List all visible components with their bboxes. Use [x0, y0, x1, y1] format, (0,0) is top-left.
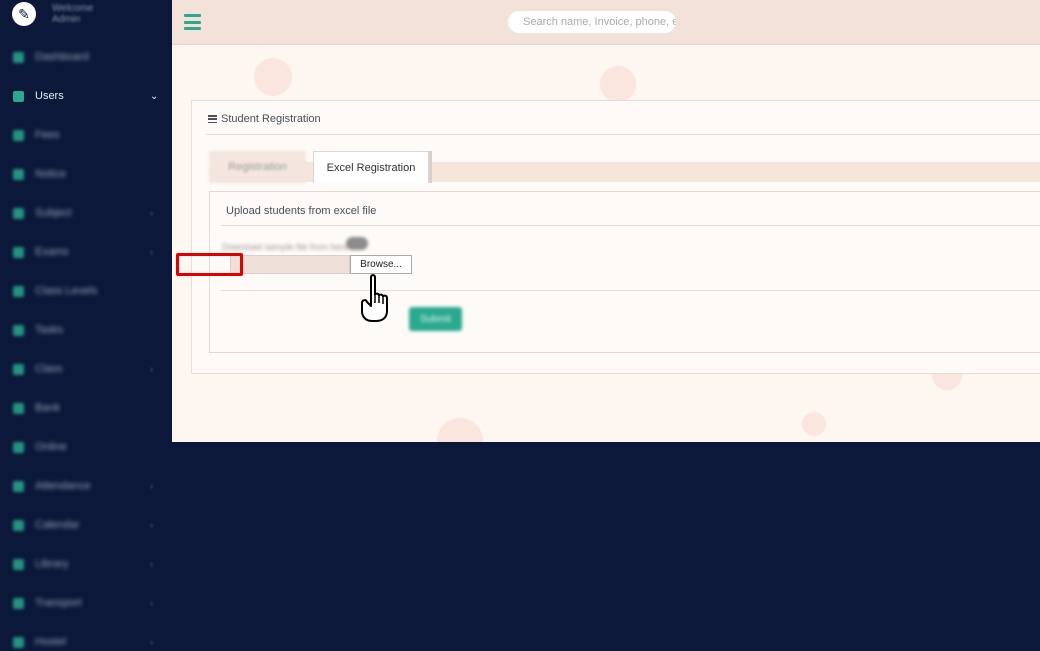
- menu-item-icon: [13, 402, 24, 414]
- pointing-hand-icon: [361, 274, 388, 322]
- menu-item-icon: [13, 363, 24, 375]
- menu-item-icon: [13, 246, 24, 258]
- upload-panel-title: Upload students from excel file: [226, 205, 377, 217]
- tab-excel-registration[interactable]: Excel Registration: [313, 151, 429, 183]
- sidebar-item-label: Tasks: [35, 324, 64, 336]
- sidebar-item-label: Dashboard: [35, 51, 89, 63]
- sidebar-item[interactable]: Library ›: [0, 553, 172, 575]
- background-decoration: [254, 58, 292, 96]
- users-icon: [13, 90, 24, 102]
- divider: [221, 225, 1040, 226]
- menu-item-icon: [13, 480, 24, 492]
- menu-item-icon: [13, 519, 24, 531]
- menu-item-icon: [13, 207, 24, 219]
- sidebar-item-label: Library: [35, 558, 69, 570]
- sidebar-item[interactable]: Fees: [0, 124, 172, 146]
- sidebar-item-label: Class Levels: [35, 285, 98, 297]
- sidebar-item-label: Calendar: [35, 519, 80, 531]
- top-bar: [172, 0, 1040, 45]
- browse-button[interactable]: Browse...: [350, 255, 412, 274]
- chevron-down-icon: ›: [150, 520, 153, 530]
- background-decoration: [437, 418, 483, 442]
- sidebar-item[interactable]: Class ›: [0, 358, 172, 380]
- chevron-down-icon: ›: [150, 364, 153, 374]
- menu-item-icon: [13, 558, 24, 570]
- sidebar-item-label: Notice: [35, 168, 67, 180]
- menu-toggle-icon[interactable]: [184, 14, 201, 30]
- chevron-down-icon: ›: [150, 247, 153, 257]
- sidebar-item-label: Online: [35, 441, 67, 453]
- sidebar-item-label: Exams: [35, 246, 69, 258]
- menu-item-icon: [13, 597, 24, 609]
- sidebar-item[interactable]: Notice: [0, 163, 172, 185]
- tab-registration[interactable]: Registration: [209, 151, 306, 183]
- chevron-down-icon: ›: [150, 598, 153, 608]
- divider: [206, 134, 1040, 135]
- sidebar-item[interactable]: Dashboard: [0, 46, 172, 68]
- chevron-down-icon: ›: [150, 559, 153, 569]
- menu-item-icon: [13, 441, 24, 453]
- sidebar-item[interactable]: Exams ›: [0, 241, 172, 263]
- sidebar-item-label: Class: [35, 363, 63, 375]
- sidebar-item[interactable]: Users ⌄: [0, 85, 172, 107]
- menu-item-icon: [13, 129, 24, 141]
- background-decoration: [600, 66, 636, 102]
- sidebar-item[interactable]: Tasks: [0, 319, 172, 341]
- card-header: Student Registration: [208, 113, 321, 125]
- menu-item-icon: [13, 285, 24, 297]
- sidebar-item[interactable]: Transport ›: [0, 592, 172, 614]
- chevron-down-icon: ›: [150, 208, 153, 218]
- cloud-download-icon[interactable]: [346, 237, 368, 250]
- chevron-down-icon: ⌄: [150, 90, 159, 102]
- card-title: Student Registration: [221, 113, 321, 125]
- sidebar-item-label: Users: [35, 90, 64, 102]
- chevron-down-icon: ›: [150, 481, 153, 491]
- brand-line2: Admin: [52, 14, 81, 25]
- list-icon: [208, 115, 217, 123]
- chevron-down-icon: ›: [150, 637, 153, 647]
- sidebar-item[interactable]: Online: [0, 436, 172, 458]
- menu-item-icon: [13, 636, 24, 648]
- divider: [221, 290, 1040, 291]
- file-name-field[interactable]: [230, 255, 350, 274]
- upload-panel: Upload students from excel file Download…: [209, 191, 1040, 353]
- main-area: Student Registration Registration Excel …: [172, 0, 1040, 442]
- sidebar-item[interactable]: Hostel ›: [0, 631, 172, 651]
- student-registration-card: Student Registration Registration Excel …: [191, 100, 1040, 374]
- school-logo: ✎: [12, 2, 36, 26]
- brand-line1: Welcome: [52, 3, 94, 14]
- search-input[interactable]: [508, 11, 676, 33]
- menu-item-icon: [13, 168, 24, 180]
- sidebar-item-label: Bank: [35, 402, 61, 414]
- background-decoration: [802, 412, 826, 436]
- sidebar-item-label: Subject: [35, 207, 72, 219]
- menu-item-icon: [13, 324, 24, 336]
- sidebar-item-label: Hostel: [35, 636, 67, 648]
- sidebar-item-label: Fees: [35, 129, 60, 141]
- sidebar-item[interactable]: Class Levels: [0, 280, 172, 302]
- sidebar-item-label: Attendance: [35, 480, 91, 492]
- brand-text: Welcome Admin: [52, 3, 94, 25]
- brand: ✎ Welcome Admin: [12, 2, 94, 26]
- submit-button[interactable]: Submit: [409, 307, 462, 331]
- sidebar-item[interactable]: Calendar ›: [0, 514, 172, 536]
- sidebar-item[interactable]: Subject ›: [0, 202, 172, 224]
- sidebar-item[interactable]: Attendance ›: [0, 475, 172, 497]
- sidebar: ✎ Welcome Admin Dashboard Users ⌄ Fees Notic…: [0, 0, 172, 651]
- download-sample-link[interactable]: Download sample file from here: [222, 242, 349, 252]
- sidebar-item[interactable]: Bank: [0, 397, 172, 419]
- menu-item-icon: [13, 51, 24, 63]
- sidebar-item-label: Transport: [35, 597, 82, 609]
